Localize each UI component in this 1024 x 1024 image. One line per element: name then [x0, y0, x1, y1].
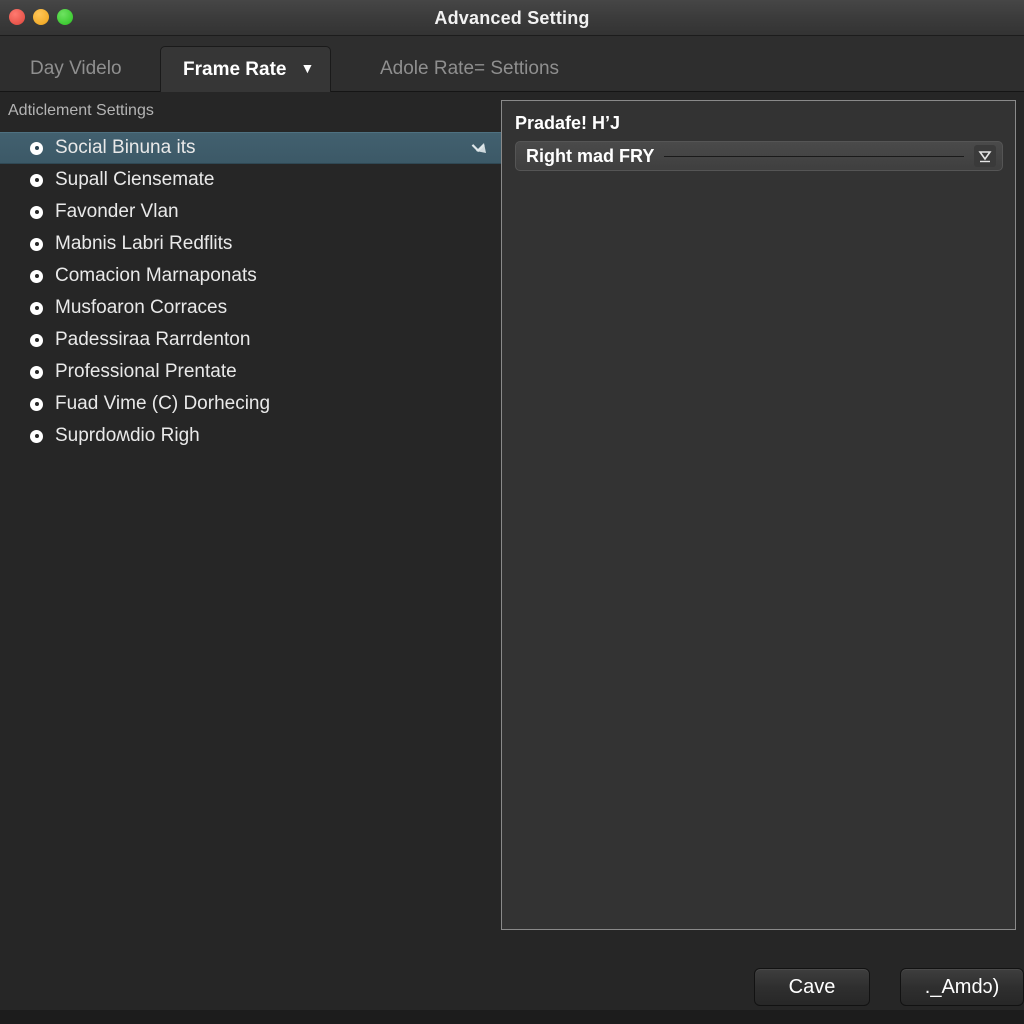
detail-panel: Pradafe! H’J Right mad FRY	[501, 100, 1016, 930]
radio-icon	[30, 173, 43, 187]
tab-adole-rate-settions[interactable]: Adole Rate= Settions	[358, 46, 581, 92]
radio-icon	[30, 205, 43, 219]
list-item[interactable]: Supall Ciensemate	[0, 164, 501, 196]
tab-label: Day Videlo	[30, 58, 122, 79]
radio-icon	[30, 429, 43, 443]
list-item-label: Professional Prentate	[55, 361, 237, 382]
dropdown-value: Right mad FRY	[526, 145, 655, 166]
settings-sidebar: Adticlement Settings Social Binuna its S…	[0, 92, 501, 1024]
list-item-label: Fuad Vime (C) Dorhecing	[55, 393, 271, 414]
divider-rule	[664, 155, 964, 157]
list-item[interactable]: Fuad Vime (C) Dorhecing	[0, 388, 501, 420]
list-item-label: Comacion Marnaponats	[55, 265, 257, 286]
arrow-enter-icon[interactable]	[471, 139, 489, 157]
tab-label: Frame Rate	[183, 59, 287, 80]
list-item-label: Padessiraa Rarrdenton	[55, 329, 251, 350]
cancel-button[interactable]: ._Amdɔ)	[900, 968, 1024, 1006]
radio-icon	[30, 237, 43, 251]
tab-frame-rate[interactable]: Frame Rate ▼	[160, 46, 332, 92]
list-item-label: Mabnis Labri Redflits	[55, 233, 233, 254]
content-area: Adticlement Settings Social Binuna its S…	[0, 92, 1024, 1024]
tab-bar: Day Videlo Frame Rate ▼ Adole Rate= Setti…	[0, 36, 1024, 92]
panel-title: Pradafe! H’J	[515, 113, 621, 133]
radio-icon	[30, 269, 43, 283]
list-item[interactable]: Social Binuna its	[0, 132, 501, 164]
tab-day-videlo[interactable]: Day Videlo	[8, 46, 144, 92]
list-item[interactable]: Mabnis Labri Redflits	[0, 228, 501, 260]
settings-list: Social Binuna its Supall Ciensemate Favo…	[0, 132, 501, 452]
tab-label: Adole Rate= Settions	[380, 58, 560, 79]
chevron-down-icon[interactable]	[974, 145, 996, 167]
save-button-label: Cave	[788, 975, 836, 998]
sidebar-header: Adticlement Settings	[8, 102, 154, 119]
list-item[interactable]: Padessiraa Rarrdenton	[0, 324, 501, 356]
preset-dropdown[interactable]: Right mad FRY	[515, 141, 1003, 171]
list-item[interactable]: Favonder Vlan	[0, 196, 501, 228]
window-bottom-edge	[0, 1010, 1024, 1024]
radio-icon	[30, 365, 43, 379]
radio-icon	[30, 301, 43, 315]
radio-icon	[30, 397, 43, 411]
list-item-label: Musfoaron Corraces	[55, 297, 228, 318]
list-item-label: Favonder Vlan	[55, 201, 179, 222]
save-button[interactable]: Cave	[754, 968, 870, 1006]
list-item[interactable]: Professional Prentate	[0, 356, 501, 388]
application-window: Advanced Setting Day Videlo Frame Rate ▼ …	[0, 0, 1024, 1024]
title-bar: Advanced Setting	[0, 0, 1024, 36]
chevron-down-icon: ▼	[300, 60, 315, 76]
cancel-button-label: ._Amdɔ)	[924, 975, 1000, 998]
list-item[interactable]: Suprdoʍdio Righ	[0, 420, 501, 452]
list-item-label: Supall Ciensemate	[55, 169, 215, 190]
list-item[interactable]: Comacion Marnaponats	[0, 260, 501, 292]
window-title: Advanced Setting	[434, 8, 590, 28]
radio-icon	[30, 333, 43, 347]
list-item-label: Suprdoʍdio Righ	[55, 425, 200, 446]
list-item-label: Social Binuna its	[55, 137, 196, 158]
list-item[interactable]: Musfoaron Corraces	[0, 292, 501, 324]
radio-icon	[30, 141, 43, 155]
